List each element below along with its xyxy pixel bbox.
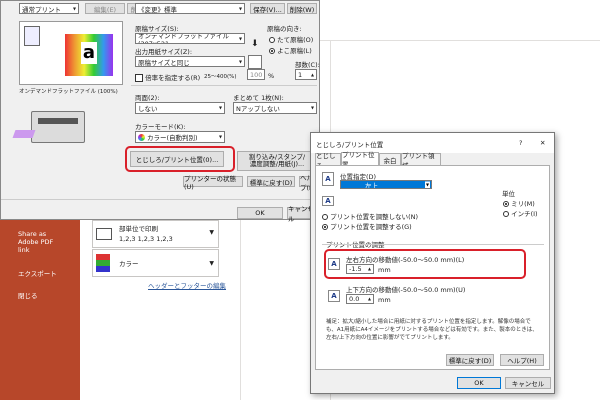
collate-title: 部単位で印刷: [119, 225, 158, 233]
collate-icon: [96, 228, 112, 240]
separator: [131, 85, 317, 86]
no-adjust-option[interactable]: プリント位置を調整しない(N): [322, 211, 418, 221]
output-size-select[interactable]: 原稿サイズと同じ ▾: [135, 56, 245, 67]
chevron-down-icon: ▼: [209, 260, 214, 267]
cancel-button[interactable]: キャンセル: [505, 377, 551, 389]
orientation-portrait-label: たて原稿(O): [277, 36, 314, 44]
pane-divider: [280, 40, 600, 41]
no-adjust-label: プリント位置を調整しない(N): [330, 213, 419, 221]
output-size-label: 出力用紙サイズ(Z):: [135, 48, 193, 56]
chevron-down-icon: ▼: [209, 229, 214, 236]
page-corner-icon: A: [322, 196, 334, 206]
unit-mm[interactable]: ミリ(M): [503, 198, 535, 208]
paper-icon: [24, 26, 40, 46]
highlight-frame: [324, 249, 526, 279]
color-icon: [96, 254, 110, 272]
tab-margin[interactable]: 余白: [379, 153, 401, 165]
color-wheel-icon: [138, 133, 145, 141]
preview-image: a: [65, 34, 113, 76]
radio-icon: [503, 201, 509, 207]
position-select[interactable]: 左上 ▾: [340, 180, 432, 189]
vertical-shift-icon: A: [328, 290, 340, 302]
copies-input[interactable]: 1 ▴: [295, 69, 317, 80]
radio-icon: [269, 37, 275, 43]
tab-binding[interactable]: とじしろ: [315, 152, 341, 170]
reset-button[interactable]: 標準に戻す(D): [446, 354, 494, 366]
tab-print-position[interactable]: プリント位置: [341, 151, 379, 169]
ok-button[interactable]: OK: [237, 207, 283, 219]
nup-label: まとめて 1枚(N):: [233, 94, 284, 102]
position-icon: A: [322, 172, 334, 186]
radio-icon: [322, 214, 328, 220]
preview-caption: オンデマンドフラットファイル (100%): [19, 89, 118, 95]
delete-favorite-button[interactable]: 削除(W): [287, 3, 317, 14]
unit-inch[interactable]: インチ(I): [503, 208, 538, 218]
print-position-panel: A 位置指定(D) 左上 ▾ A 単位 ミリ(M) インチ(I) プリント位置を調…: [315, 165, 550, 370]
printer-tray: [12, 130, 36, 138]
vertical-unit: mm: [378, 296, 391, 304]
close-icon[interactable]: ✕: [540, 139, 545, 147]
paper-size-select[interactable]: オンデマンドフラットファイル (307x521 ▾: [135, 33, 245, 44]
tab-print-area[interactable]: プリント領域: [401, 152, 441, 170]
adjust-option[interactable]: プリント位置を調整する(G): [322, 221, 412, 231]
printer-slot: [38, 118, 78, 124]
ok-button[interactable]: OK: [457, 377, 501, 389]
radio-icon: [503, 211, 509, 217]
scale-checkbox[interactable]: 倍率を指定する(R): [135, 72, 200, 82]
nup-select[interactable]: Nアップしない ▾: [233, 102, 317, 114]
collate-option[interactable]: 部単位で印刷 1,2,3 1,2,3 1,2,3 ▼: [92, 220, 219, 248]
highlight-frame: [125, 146, 235, 172]
reset-button[interactable]: 標準に戻す(D): [247, 176, 295, 187]
color-option[interactable]: カラー ▼: [92, 249, 219, 277]
dialog-title: とじしろ/プリント位置: [316, 141, 384, 149]
note-text: 補足：拡大/縮小した場合に用紙に対するプリント位置を指定します。解像の場合でも、…: [326, 319, 538, 341]
edit-button[interactable]: 編集(E): [85, 3, 125, 14]
orientation-label: 原稿の向き:: [267, 25, 302, 33]
printer-icon: [12, 111, 85, 143]
preview-letter-icon: a: [81, 42, 97, 64]
group-line: [322, 244, 544, 245]
favorite-select[interactable]: 《変更》標準 ▾: [135, 3, 245, 14]
orientation-landscape[interactable]: よこ原稿(L): [269, 45, 312, 55]
help-icon[interactable]: ?: [519, 139, 522, 147]
help-button[interactable]: ヘルプ(H): [500, 354, 544, 366]
sidebar-item-export[interactable]: エクスポート: [18, 268, 57, 278]
scale-unit: %: [268, 72, 275, 80]
save-button[interactable]: 保存(V)...: [250, 3, 285, 14]
radio-icon: [269, 48, 275, 54]
sidebar-item-close[interactable]: 閉じる: [18, 290, 38, 300]
color-mode-select[interactable]: カラー(自動判別) ▾: [135, 131, 225, 143]
unit-label: 単位: [502, 190, 515, 198]
checkbox-icon: [135, 74, 143, 82]
paper-size-label: 原稿サイズ(S):: [135, 25, 179, 33]
scale-input[interactable]: 100: [247, 69, 265, 80]
printer-status-button[interactable]: プリンターの状態(U): [183, 175, 243, 191]
sidebar-item-share-pdf[interactable]: Share as Adobe PDF link: [18, 230, 63, 254]
duplex-select[interactable]: しない ▾: [135, 102, 225, 114]
orientation-portrait[interactable]: たて原稿(O): [269, 34, 313, 44]
vertical-label: 上下方向の移動値(-50.0〜50.0 mm)(U): [346, 286, 466, 294]
scale-checkbox-label: 倍率を指定する(R): [145, 74, 201, 82]
separator: [1, 199, 319, 200]
scale-range: 25〜400(%): [204, 74, 237, 80]
header-footer-link[interactable]: ヘッダーとフッターの編集: [148, 280, 226, 290]
color-title: カラー: [119, 260, 139, 268]
orientation-landscape-label: よこ原稿(L): [277, 47, 312, 55]
page-preview: a: [19, 21, 123, 85]
radio-icon: [322, 224, 328, 230]
vertical-input[interactable]: 0.0 ▴: [346, 294, 374, 304]
arrow-down-icon: ⬇: [251, 39, 259, 49]
preset-select[interactable]: 通常プリント ▾: [19, 3, 79, 14]
printer-properties-dialog: 通常プリント▾ 編集(E) 削除 《変更》標準▾ 保存(V)... 削除(W) …: [0, 0, 320, 223]
collate-sub: 1,2,3 1,2,3 1,2,3: [119, 235, 173, 243]
duplex-label: 両面(2):: [135, 94, 160, 102]
insert-stamp-button[interactable]: 割り込み/スタンプ/ 濃度調整/用紙(J)...: [237, 151, 317, 171]
unit-mm-label: ミリ(M): [511, 200, 535, 208]
paper-output-icon: [248, 55, 262, 69]
unit-inch-label: インチ(I): [511, 210, 538, 218]
adjust-label: プリント位置を調整する(G): [330, 223, 412, 231]
copies-label: 部数(C):: [295, 61, 320, 69]
binding-print-position-dialog: とじしろ/プリント位置 ? ✕ とじしろ プリント位置 余白 プリント領域 A …: [310, 132, 555, 394]
color-mode-label: カラーモード(K):: [135, 123, 186, 131]
